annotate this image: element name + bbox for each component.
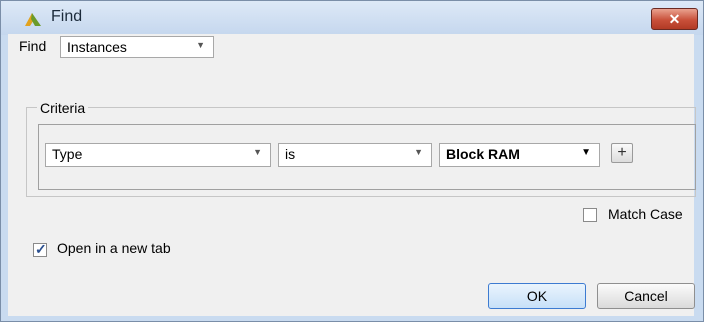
criteria-field-value: Type (52, 146, 83, 162)
chevron-down-icon: ▼ (196, 40, 205, 50)
criteria-field-select[interactable]: Type ▼ (45, 143, 271, 167)
find-label: Find (19, 38, 47, 54)
cancel-button[interactable]: Cancel (597, 283, 695, 309)
plus-icon: + (617, 144, 627, 161)
match-case-checkbox[interactable] (583, 208, 597, 222)
open-new-tab-label: Open in a new tab (57, 240, 171, 256)
criteria-operator-select[interactable]: is ▼ (278, 143, 432, 167)
ok-button[interactable]: OK (488, 283, 586, 309)
add-criteria-button[interactable]: + (611, 143, 633, 163)
criteria-operator-value: is (285, 146, 296, 162)
criteria-value-select[interactable]: Block RAM ▼ (439, 143, 600, 167)
open-new-tab-checkbox[interactable] (33, 241, 47, 258)
title-bar[interactable]: Find ✕ (1, 1, 703, 35)
chevron-down-icon: ▼ (414, 147, 423, 157)
find-type-select[interactable]: Instances ▼ (60, 36, 214, 58)
close-button[interactable]: ✕ (651, 8, 698, 30)
criteria-value-text: Block RAM (446, 146, 520, 162)
find-type-value: Instances (67, 39, 127, 55)
criteria-label: Criteria (37, 100, 89, 116)
match-case-label: Match Case (608, 206, 683, 222)
chevron-down-icon: ▼ (581, 147, 591, 158)
dialog-title: Find (51, 8, 83, 25)
close-icon: ✕ (668, 11, 681, 27)
vivado-logo-icon (25, 13, 41, 26)
chevron-down-icon: ▼ (253, 147, 262, 157)
